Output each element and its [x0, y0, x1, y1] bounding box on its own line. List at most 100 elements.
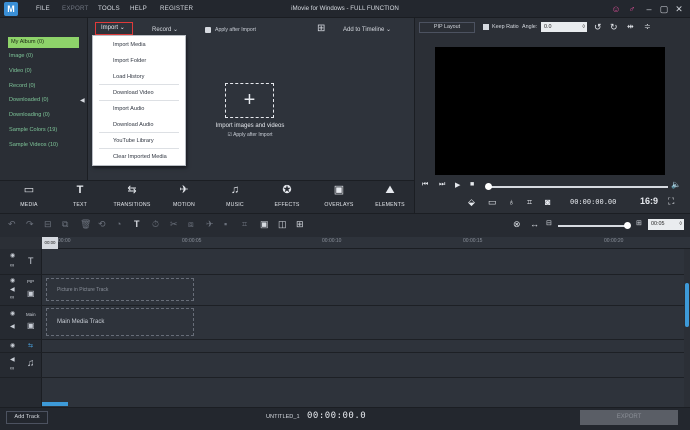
volume-icon[interactable]: 🔈 [671, 180, 681, 189]
flip-horizontal-icon[interactable]: ⇹ [627, 22, 634, 31]
zoom-slider-track[interactable] [558, 225, 628, 227]
angle-input[interactable]: 0.0 ◊ [541, 22, 587, 32]
motion-tool-icon[interactable]: ✈ [206, 219, 214, 230]
crop-tool-icon[interactable]: ⌗ [242, 219, 247, 230]
next-frame-icon[interactable]: ⏭ [439, 181, 445, 189]
menu-item-load-history[interactable]: Load History [93, 69, 185, 85]
menu-item-youtube-library[interactable]: YouTube Library [93, 133, 185, 149]
album-item-sample-videos[interactable]: Sample Videos (10) [9, 142, 58, 148]
detach-audio-icon[interactable]: ▣ [260, 219, 269, 230]
export-button[interactable]: EXPORT [580, 410, 678, 425]
link-icon[interactable]: ∞ [10, 295, 14, 301]
category-music[interactable]: ♫ MUSIC [210, 183, 260, 208]
snap-toggle-icon[interactable]: ⊗ [513, 219, 521, 230]
close-icon[interactable]: ✕ [673, 3, 685, 15]
menu-item-clear-imported-media[interactable]: Clear Imported Media [93, 149, 185, 165]
camera-record-icon[interactable]: ▭ [488, 197, 497, 208]
copy-icon[interactable]: ⧉ [62, 219, 68, 230]
play-icon[interactable]: ▶ [455, 181, 460, 189]
split-screen-icon[interactable]: ◫ [278, 219, 287, 230]
eye-icon[interactable]: ◉ [10, 342, 15, 349]
rotate-icon[interactable]: ⟲ [98, 219, 106, 230]
playback-progress-track[interactable] [488, 186, 668, 188]
delete-icon[interactable]: 🗑 [80, 219, 91, 230]
playback-progress-handle[interactable] [485, 183, 492, 190]
menu-item-download-video[interactable]: Download Video [93, 85, 185, 101]
category-motion[interactable]: ✈ MOTION [159, 183, 209, 208]
album-item-downloading[interactable]: Downloading (0) [9, 112, 50, 118]
pip-layout-button[interactable]: PIP Layout [419, 22, 475, 33]
record-button[interactable]: Record ⌄ [152, 26, 178, 33]
pip-track-slot[interactable]: Picture in Picture Track [46, 278, 194, 301]
import-button[interactable]: Import ⌄ [95, 22, 133, 35]
key-icon[interactable]: ♂ [626, 3, 638, 15]
album-item-video[interactable]: Video (0) [9, 68, 32, 74]
timeline-ruler[interactable] [42, 237, 690, 249]
eye-icon[interactable]: ◉ [10, 252, 15, 259]
menu-item-import-media[interactable]: Import Media [93, 37, 185, 53]
timeline-horizontal-scroll-thumb[interactable] [42, 402, 68, 406]
zoom-stepper-icon[interactable]: ◊ [679, 219, 682, 230]
category-text[interactable]: T TEXT [55, 183, 105, 208]
playhead[interactable]: 00:00 [42, 237, 58, 249]
rotate-right-icon[interactable]: ↻ [610, 22, 618, 33]
link-icon[interactable]: ∞ [10, 366, 14, 372]
previous-frame-icon[interactable]: ⏮ [422, 181, 428, 189]
collapse-arrow-icon[interactable]: ◀ [80, 97, 85, 104]
zoom-out-icon[interactable]: ⊟ [546, 219, 552, 227]
album-item-my-album[interactable]: My Album (0) [8, 37, 79, 48]
redo-icon[interactable]: ↷ [26, 219, 34, 230]
undo-icon[interactable]: ↶ [8, 219, 16, 230]
cut-icon[interactable]: ✂ [170, 219, 178, 230]
grid-view-icon[interactable]: ⊞ [317, 23, 325, 34]
zoom-in-icon[interactable]: ⊞ [636, 219, 642, 227]
account-icon[interactable]: ☺ [610, 3, 622, 15]
freeze-icon[interactable]: ⧈ [188, 219, 194, 230]
fill-icon[interactable]: ⬙ [468, 197, 475, 208]
minimize-icon[interactable]: – [643, 3, 655, 15]
zoom-slider-handle[interactable] [624, 222, 631, 229]
menu-register[interactable]: REGISTER [160, 5, 193, 12]
microphone-icon[interactable]: ♁ [508, 197, 515, 207]
stop-icon[interactable]: ■ [470, 181, 474, 188]
main-track-slot[interactable]: Main Media Track [46, 308, 194, 336]
album-item-record[interactable]: Record (0) [9, 83, 35, 89]
menu-item-import-folder[interactable]: Import Folder [93, 53, 185, 69]
album-item-downloaded[interactable]: Downloaded (0) [9, 97, 49, 103]
timeline-vertical-scrollbar[interactable] [684, 249, 690, 407]
flip-vertical-icon[interactable]: ≑ [644, 22, 651, 31]
speaker-icon[interactable]: ◀ [10, 286, 15, 293]
speaker-icon[interactable]: ◀ [10, 356, 15, 363]
split-icon[interactable]: ⊟ [44, 219, 52, 230]
menu-tools[interactable]: TOOLS [98, 5, 120, 12]
category-overlays[interactable]: ▣ OVERLAYS [314, 183, 364, 208]
album-item-image[interactable]: Image (0) [9, 53, 33, 59]
fullscreen-icon[interactable]: ⛶ [668, 196, 674, 207]
add-track-button[interactable]: Add Track [6, 411, 48, 424]
rotate-left-icon[interactable]: ↺ [594, 22, 602, 33]
add-to-timeline-button[interactable]: Add to Timeline ⌄ [343, 26, 391, 33]
album-item-sample-colors[interactable]: Sample Colors (19) [9, 127, 57, 133]
menu-file[interactable]: FILE [36, 5, 50, 12]
fit-timeline-icon[interactable]: ↔ [530, 219, 539, 229]
category-transitions[interactable]: ⇆ TRANSITIONS [107, 183, 157, 208]
menu-item-import-audio[interactable]: Import Audio [93, 101, 185, 117]
plus-icon[interactable]: + [225, 83, 274, 118]
angle-stepper-icon[interactable]: ◊ [582, 22, 585, 32]
speed-icon[interactable]: ◔ [116, 219, 121, 229]
maximize-icon[interactable]: ▢ [658, 3, 670, 15]
timeline-vertical-scroll-thumb[interactable] [685, 283, 689, 327]
category-elements[interactable]: ⛰ ELEMENTS [365, 183, 415, 208]
menu-item-download-audio[interactable]: Download Audio [93, 117, 185, 133]
crop-icon[interactable]: ⌗ [527, 197, 532, 208]
add-text-icon[interactable]: T [134, 219, 140, 229]
keyboard-icon[interactable]: ⊞ [296, 219, 304, 230]
category-media[interactable]: ▭ MEDIA [4, 183, 54, 208]
eye-icon[interactable]: ◉ [10, 277, 15, 284]
category-effects[interactable]: ✪ EFFECTS [262, 183, 312, 208]
zoom-value-field[interactable]: 00:05 ◊ [648, 219, 684, 230]
timer-icon[interactable]: ⏱ [152, 219, 159, 230]
speaker-icon[interactable]: ◀ [10, 323, 15, 330]
keep-ratio-checkbox[interactable] [483, 24, 489, 30]
link-icon[interactable]: ∞ [10, 263, 14, 269]
